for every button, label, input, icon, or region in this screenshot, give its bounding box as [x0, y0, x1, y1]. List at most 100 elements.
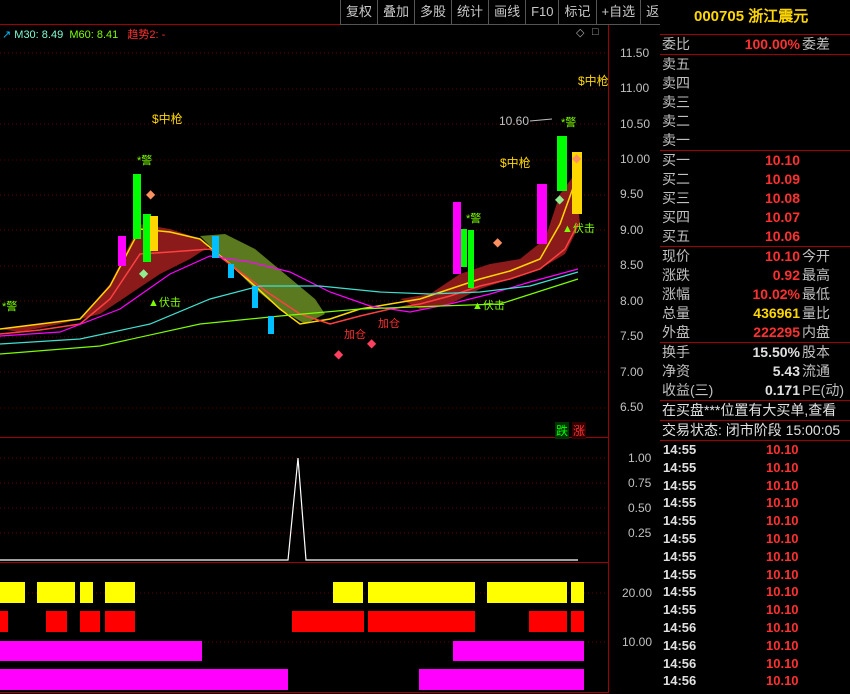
draw-line-button[interactable]: 画线 [488, 0, 527, 25]
overlay-button[interactable]: 叠加 [377, 0, 416, 25]
diamond-icon: ◆ [146, 187, 156, 201]
quote-label: 涨跌 [662, 267, 690, 283]
tick-price: 10.10 [766, 459, 799, 475]
fin-value: 15.50% [752, 344, 800, 360]
fuquan-button[interactable]: 复权 [340, 0, 379, 25]
fin-row: 换手 15.50% 股本 [660, 343, 850, 362]
jiacang-signal-1: 加仓 [344, 329, 366, 341]
fin-value: 0.171 [764, 382, 800, 398]
tick-time: 14:55 [663, 584, 697, 600]
fin-label: 收益(三) [662, 382, 714, 398]
tick-time: 14:56 [663, 637, 697, 653]
axis-tick: 0.25 [628, 526, 652, 540]
sell-row: 卖一 [660, 131, 850, 150]
sell-label: 卖五 [662, 56, 690, 72]
tick-price: 10.10 [766, 584, 799, 600]
f10-button[interactable]: F10 [525, 0, 560, 25]
statistics-button[interactable]: 统计 [451, 0, 490, 25]
quote-row: 涨跌 0.92 最高 [660, 266, 850, 285]
weicha-label: 委差 [802, 36, 830, 52]
jing-signal-3: *警 [466, 213, 482, 225]
tick-price: 10.10 [766, 513, 799, 529]
tick-row: 14:55 10.10 [660, 530, 850, 548]
stock-code: 000705 [694, 8, 745, 25]
diamond-icon: ◆ [334, 347, 344, 361]
tick-time: 14:56 [663, 655, 697, 671]
sell-row: 卖四 [660, 74, 850, 93]
axis-tick: 10.50 [620, 117, 651, 131]
quote-row: 总量 436961 量比 [660, 304, 850, 323]
quote-value: 10.02% [752, 286, 800, 302]
buy-row: 买一 10.10 [660, 151, 850, 170]
tick-price: 10.10 [766, 655, 799, 671]
sell-label: 卖四 [662, 75, 690, 91]
fuji-signal-1: ▲伏击 [148, 297, 181, 309]
quote-row: 外盘 222295 内盘 [660, 323, 850, 342]
tick-list[interactable]: 14:55 10.10 14:55 10.10 14:55 10.10 14:55 10… [660, 441, 850, 690]
fin-right-label: 股本 [802, 344, 830, 360]
quote-panel: 000705 浙江震元 委比 100.00% 委差 卖五 卖四 卖三 卖二 卖一… [660, 0, 850, 694]
fin-value: 5.43 [772, 363, 800, 379]
weibi-row: 委比 100.00% 委差 [660, 35, 850, 54]
tick-row: 14:56 10.10 [660, 672, 850, 690]
tick-row: 14:55 10.10 [660, 601, 850, 619]
tick-row: 14:55 10.10 [660, 512, 850, 530]
tick-row: 14:55 10.10 [660, 548, 850, 566]
sell-label: 卖二 [662, 113, 690, 129]
sub-chart-2[interactable] [0, 562, 608, 692]
main-chart[interactable] [0, 24, 608, 436]
buy-label: 买二 [662, 171, 690, 187]
tick-price: 10.10 [766, 548, 799, 564]
stock-name: 浙江震元 [748, 8, 809, 25]
axis-tick: 1.00 [628, 451, 652, 465]
diamond-icon: ◆ [367, 336, 377, 350]
quote-row: 现价 10.10 今开 [660, 247, 850, 266]
quote-value: 436961 [753, 305, 800, 321]
tick-price: 10.10 [766, 442, 799, 457]
tick-time: 14:55 [663, 442, 697, 457]
axis-tick: 11.50 [620, 46, 650, 60]
sell-row: 卖五 [660, 55, 850, 74]
quote-value: 0.92 [772, 267, 800, 283]
mark-button[interactable]: 标记 [558, 0, 597, 25]
stock-header[interactable]: 000705 浙江震元 [660, 0, 850, 35]
buy-label: 买五 [662, 228, 690, 244]
tick-time: 14:55 [663, 566, 697, 582]
notice-message[interactable]: 在买盘***位置有大买单,查看 [660, 401, 850, 420]
buy-price: 10.06 [764, 228, 800, 244]
tick-price: 10.10 [766, 637, 799, 653]
tick-time: 14:55 [663, 548, 697, 564]
axis-tick: 8.50 [620, 258, 644, 272]
multi-stock-button[interactable]: 多股 [414, 0, 453, 25]
chart-area[interactable]: ↗ M30: 8.49 M60: 8.41 趋势2: - ◇ □ $中枪 $中枪… [0, 0, 679, 694]
axis-tick: 10.00 [620, 152, 651, 166]
tick-time: 14:55 [663, 459, 697, 475]
diamond-icon: ◆ [139, 266, 149, 280]
sell-label: 卖三 [662, 94, 690, 110]
add-watchlist-button[interactable]: +自选 [595, 0, 642, 25]
quote-label: 涨幅 [662, 286, 690, 302]
quote-stats: 现价 10.10 今开 涨跌 0.92 最高 涨幅 10.02% 最低 总量 436961 量比… [660, 247, 850, 342]
tick-time: 14:56 [663, 673, 697, 689]
axis-tick: 6.50 [620, 400, 644, 414]
quote-right-label: 量比 [802, 305, 830, 321]
tick-price: 10.10 [766, 619, 799, 635]
tick-time: 14:55 [663, 513, 697, 529]
tick-row: 14:55 10.10 [660, 477, 850, 495]
tick-row: 14:55 10.10 [660, 441, 850, 459]
zhongqiang-signal-2: $中枪 [500, 156, 531, 170]
tick-price: 10.10 [766, 477, 799, 493]
axis-tick: 8.00 [620, 294, 644, 308]
quote-value: 222295 [753, 324, 800, 340]
buy-row: 买五 10.06 [660, 227, 850, 246]
tick-price: 10.10 [766, 566, 799, 582]
axis-tick: 0.75 [628, 476, 652, 490]
axis-tick: 9.00 [620, 223, 644, 237]
fin-label: 净资 [662, 363, 690, 379]
jing-signal-2: *警 [2, 301, 18, 313]
weibi-label: 委比 [662, 36, 690, 52]
trade-status: 交易状态: 闭市阶段 15:00:05 [662, 422, 841, 438]
axis-tick: 9.50 [620, 187, 644, 201]
sub-chart-1[interactable] [0, 436, 608, 562]
chart-toolbar: 复权 叠加 多股 统计 画线 F10 标记 +自选 返回 [340, 0, 679, 25]
